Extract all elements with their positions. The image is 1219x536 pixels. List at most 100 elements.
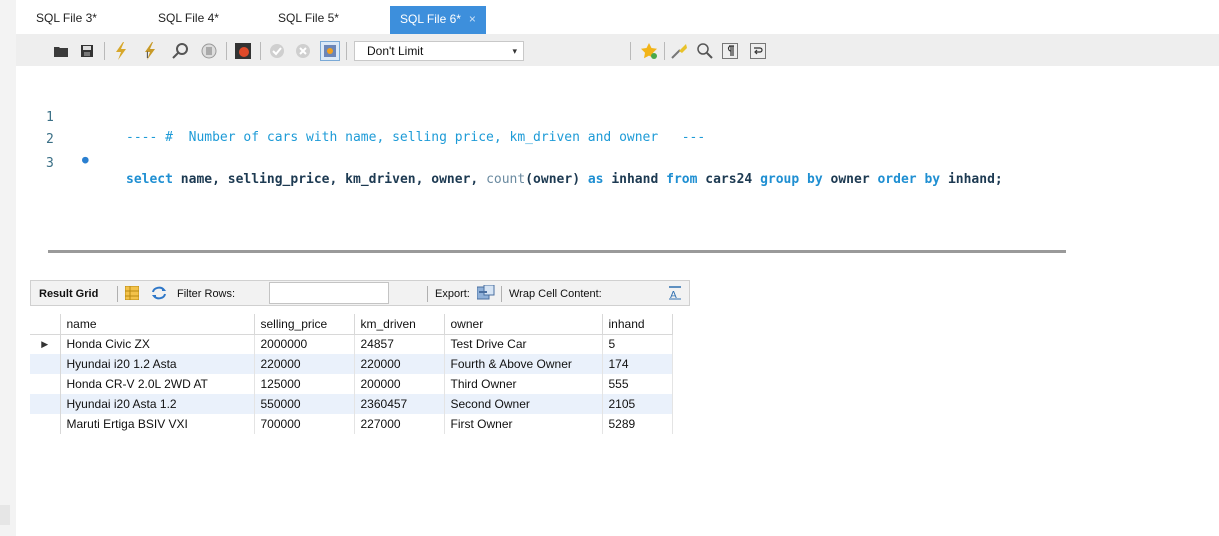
sql-keyword: by	[924, 172, 941, 187]
export-icon[interactable]	[476, 284, 495, 305]
tab-sql-file-4[interactable]: SQL File 4*	[158, 6, 219, 30]
cell-inhand[interactable]: 2105	[602, 394, 673, 414]
tab-sql-file-3[interactable]: SQL File 3*	[36, 6, 97, 30]
open-folder-icon[interactable]	[52, 42, 70, 60]
result-grid[interactable]: name selling_price km_driven owner inhan…	[30, 314, 673, 434]
cell-selling-price[interactable]: 125000	[254, 374, 355, 394]
toolbar-separator	[226, 42, 227, 60]
cell-km-driven[interactable]: 227000	[354, 414, 445, 434]
stop-icon[interactable]	[200, 42, 218, 60]
sql-identifier: inhand	[947, 172, 995, 187]
column-header[interactable]: km_driven	[354, 314, 445, 335]
cell-name[interactable]: Hyundai i20 Asta 1.2	[60, 394, 255, 414]
execute-current-icon[interactable]: I	[142, 42, 160, 60]
table-row[interactable]: Honda CR-V 2.0L 2WD AT 125000 200000 Thi…	[30, 374, 673, 394]
refresh-icon[interactable]	[151, 286, 167, 304]
cell-owner[interactable]: Fourth & Above Owner	[444, 354, 603, 374]
row-selector[interactable]	[30, 414, 61, 434]
filter-rows-input[interactable]	[269, 282, 389, 304]
left-strip-handle	[0, 505, 10, 525]
invisible-chars-icon[interactable]	[722, 43, 738, 59]
cell-km-driven[interactable]: 2360457	[354, 394, 445, 414]
cell-selling-price[interactable]: 550000	[254, 394, 355, 414]
sql-keyword: order	[877, 172, 917, 187]
tab-sql-file-6[interactable]: SQL File 6* ×	[390, 6, 486, 34]
cell-km-driven[interactable]: 220000	[354, 354, 445, 374]
cell-name[interactable]: Maruti Ertiga BSIV VXI	[60, 414, 255, 434]
cell-name[interactable]: Hyundai i20 1.2 Asta	[60, 354, 255, 374]
sql-punctuation: )	[572, 172, 588, 187]
cell-name[interactable]: Honda CR-V 2.0L 2WD AT	[60, 374, 255, 394]
cell-selling-price[interactable]: 2000000	[254, 334, 355, 354]
line-number: 2	[46, 132, 54, 147]
sql-identifier: name	[180, 172, 213, 187]
sql-punctuation	[173, 172, 181, 187]
line-number: 3	[46, 156, 54, 171]
panel-splitter[interactable]	[48, 250, 1066, 253]
cell-selling-price[interactable]: 700000	[254, 414, 355, 434]
sql-keyword: as	[587, 172, 604, 187]
line-number: 1	[46, 110, 54, 125]
execute-icon[interactable]	[112, 42, 130, 60]
grid-view-icon[interactable]	[124, 285, 140, 304]
limit-rows-select[interactable]: Don't Limit ▾	[354, 41, 524, 61]
cell-inhand[interactable]: 5	[602, 334, 673, 354]
beautify-icon[interactable]	[670, 42, 688, 60]
cell-km-driven[interactable]: 200000	[354, 374, 445, 394]
cell-inhand[interactable]: 174	[602, 354, 673, 374]
cell-km-driven[interactable]: 24857	[354, 334, 445, 354]
row-selector[interactable]	[30, 374, 61, 394]
sql-keyword: select	[126, 172, 173, 187]
sql-punctuation: ,	[470, 172, 487, 187]
rollback-icon[interactable]	[294, 42, 312, 60]
sql-function: count	[486, 172, 526, 187]
grid-header-row: name selling_price km_driven owner inhan…	[30, 314, 673, 335]
cell-inhand[interactable]: 5289	[602, 414, 673, 434]
table-row[interactable]: ▶ Honda Civic ZX 2000000 24857 Test Driv…	[30, 334, 673, 354]
sql-identifier: inhand	[611, 172, 659, 187]
sql-punctuation	[823, 172, 831, 187]
column-header[interactable]: inhand	[602, 314, 673, 335]
toggle-error-icon[interactable]	[234, 42, 252, 60]
result-grid-tab[interactable]: Result Grid	[39, 287, 98, 301]
sql-editor[interactable]: 1 ---- # Number of cars with name, selli…	[16, 88, 1219, 198]
cell-owner[interactable]: Third Owner	[444, 374, 603, 394]
cell-name[interactable]: Honda Civic ZX	[60, 334, 255, 354]
cell-inhand[interactable]: 555	[602, 374, 673, 394]
explain-icon[interactable]	[172, 42, 190, 60]
table-row[interactable]: Maruti Ertiga BSIV VXI 700000 227000 Fir…	[30, 414, 673, 434]
table-row[interactable]: Hyundai i20 1.2 Asta 220000 220000 Fourt…	[30, 354, 673, 374]
sql-identifier: km_driven	[345, 172, 416, 187]
table-row[interactable]: Hyundai i20 Asta 1.2 550000 2360457 Seco…	[30, 394, 673, 414]
wrap-cell-icon[interactable]: A	[669, 286, 681, 304]
bookmark-icon[interactable]	[640, 42, 658, 60]
cell-owner[interactable]: Test Drive Car	[444, 334, 603, 354]
save-icon[interactable]	[78, 42, 96, 60]
row-selector[interactable]	[30, 354, 61, 374]
commit-icon[interactable]	[268, 42, 286, 60]
column-header[interactable]: owner	[444, 314, 603, 335]
editor-line: 3	[16, 134, 54, 171]
wrap-icon[interactable]	[750, 43, 766, 59]
tab-bar: SQL File 3* SQL File 4* SQL File 5* SQL …	[16, 0, 1219, 34]
cell-owner[interactable]: First Owner	[444, 414, 603, 434]
cell-owner[interactable]: Second Owner	[444, 394, 603, 414]
row-selector[interactable]	[30, 394, 61, 414]
sql-punctuation	[752, 172, 760, 187]
find-icon[interactable]	[696, 42, 714, 60]
cell-selling-price[interactable]: 220000	[254, 354, 355, 374]
tab-label: SQL File 6*	[400, 12, 461, 26]
tab-sql-file-5[interactable]: SQL File 5*	[278, 6, 339, 30]
autocommit-icon[interactable]	[320, 41, 340, 61]
column-header[interactable]: selling_price	[254, 314, 355, 335]
close-tab-icon[interactable]: ×	[469, 12, 476, 26]
filter-rows-label: Filter Rows:	[177, 288, 236, 300]
sql-identifier: selling_price	[227, 172, 330, 187]
toolbar-separator	[630, 42, 631, 60]
sql-punctuation: ,	[329, 172, 346, 187]
sql-identifier: cars24	[705, 172, 753, 187]
sql-punctuation: (	[525, 172, 534, 187]
column-header[interactable]: name	[60, 314, 255, 335]
limit-value: Don't Limit	[367, 44, 424, 58]
left-strip	[0, 0, 16, 536]
